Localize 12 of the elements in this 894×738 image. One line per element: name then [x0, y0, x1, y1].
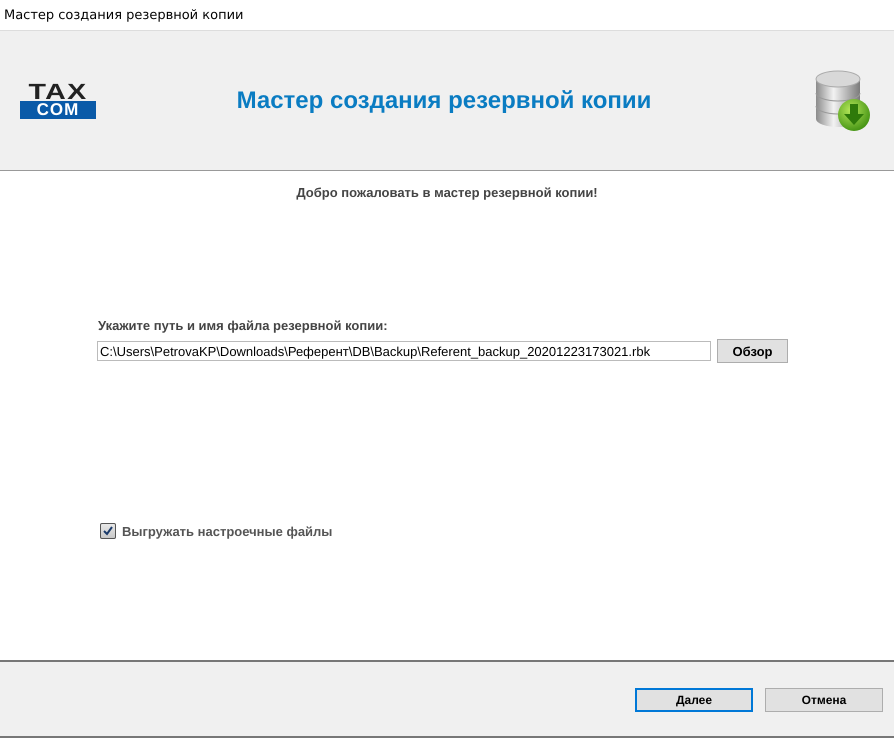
- logo-text: TAX: [28, 82, 88, 100]
- logo-text: COM: [20, 100, 96, 118]
- checkbox[interactable]: [100, 523, 116, 539]
- wizard-title: Мастер создания резервной копии: [236, 86, 652, 114]
- path-field[interactable]: C:\Users\PetrovaKP\Downloads\Референт\DB\Backup\Referent_backup_20201223173021.rbk: [97, 341, 711, 361]
- next-button[interactable]: Далее: [635, 688, 753, 712]
- browse-button[interactable]: Обзор: [717, 339, 788, 363]
- checkbox-label: Выгружать настроечные файлы: [122, 524, 332, 538]
- path-label: Укажите путь и имя файла резервной копии:: [98, 318, 389, 333]
- cancel-button[interactable]: Отмена: [765, 688, 883, 712]
- welcome-text: Добро пожаловать в мастер резервной копии!: [295, 185, 599, 200]
- window-title: Мастер создания резервной копии: [4, 8, 244, 22]
